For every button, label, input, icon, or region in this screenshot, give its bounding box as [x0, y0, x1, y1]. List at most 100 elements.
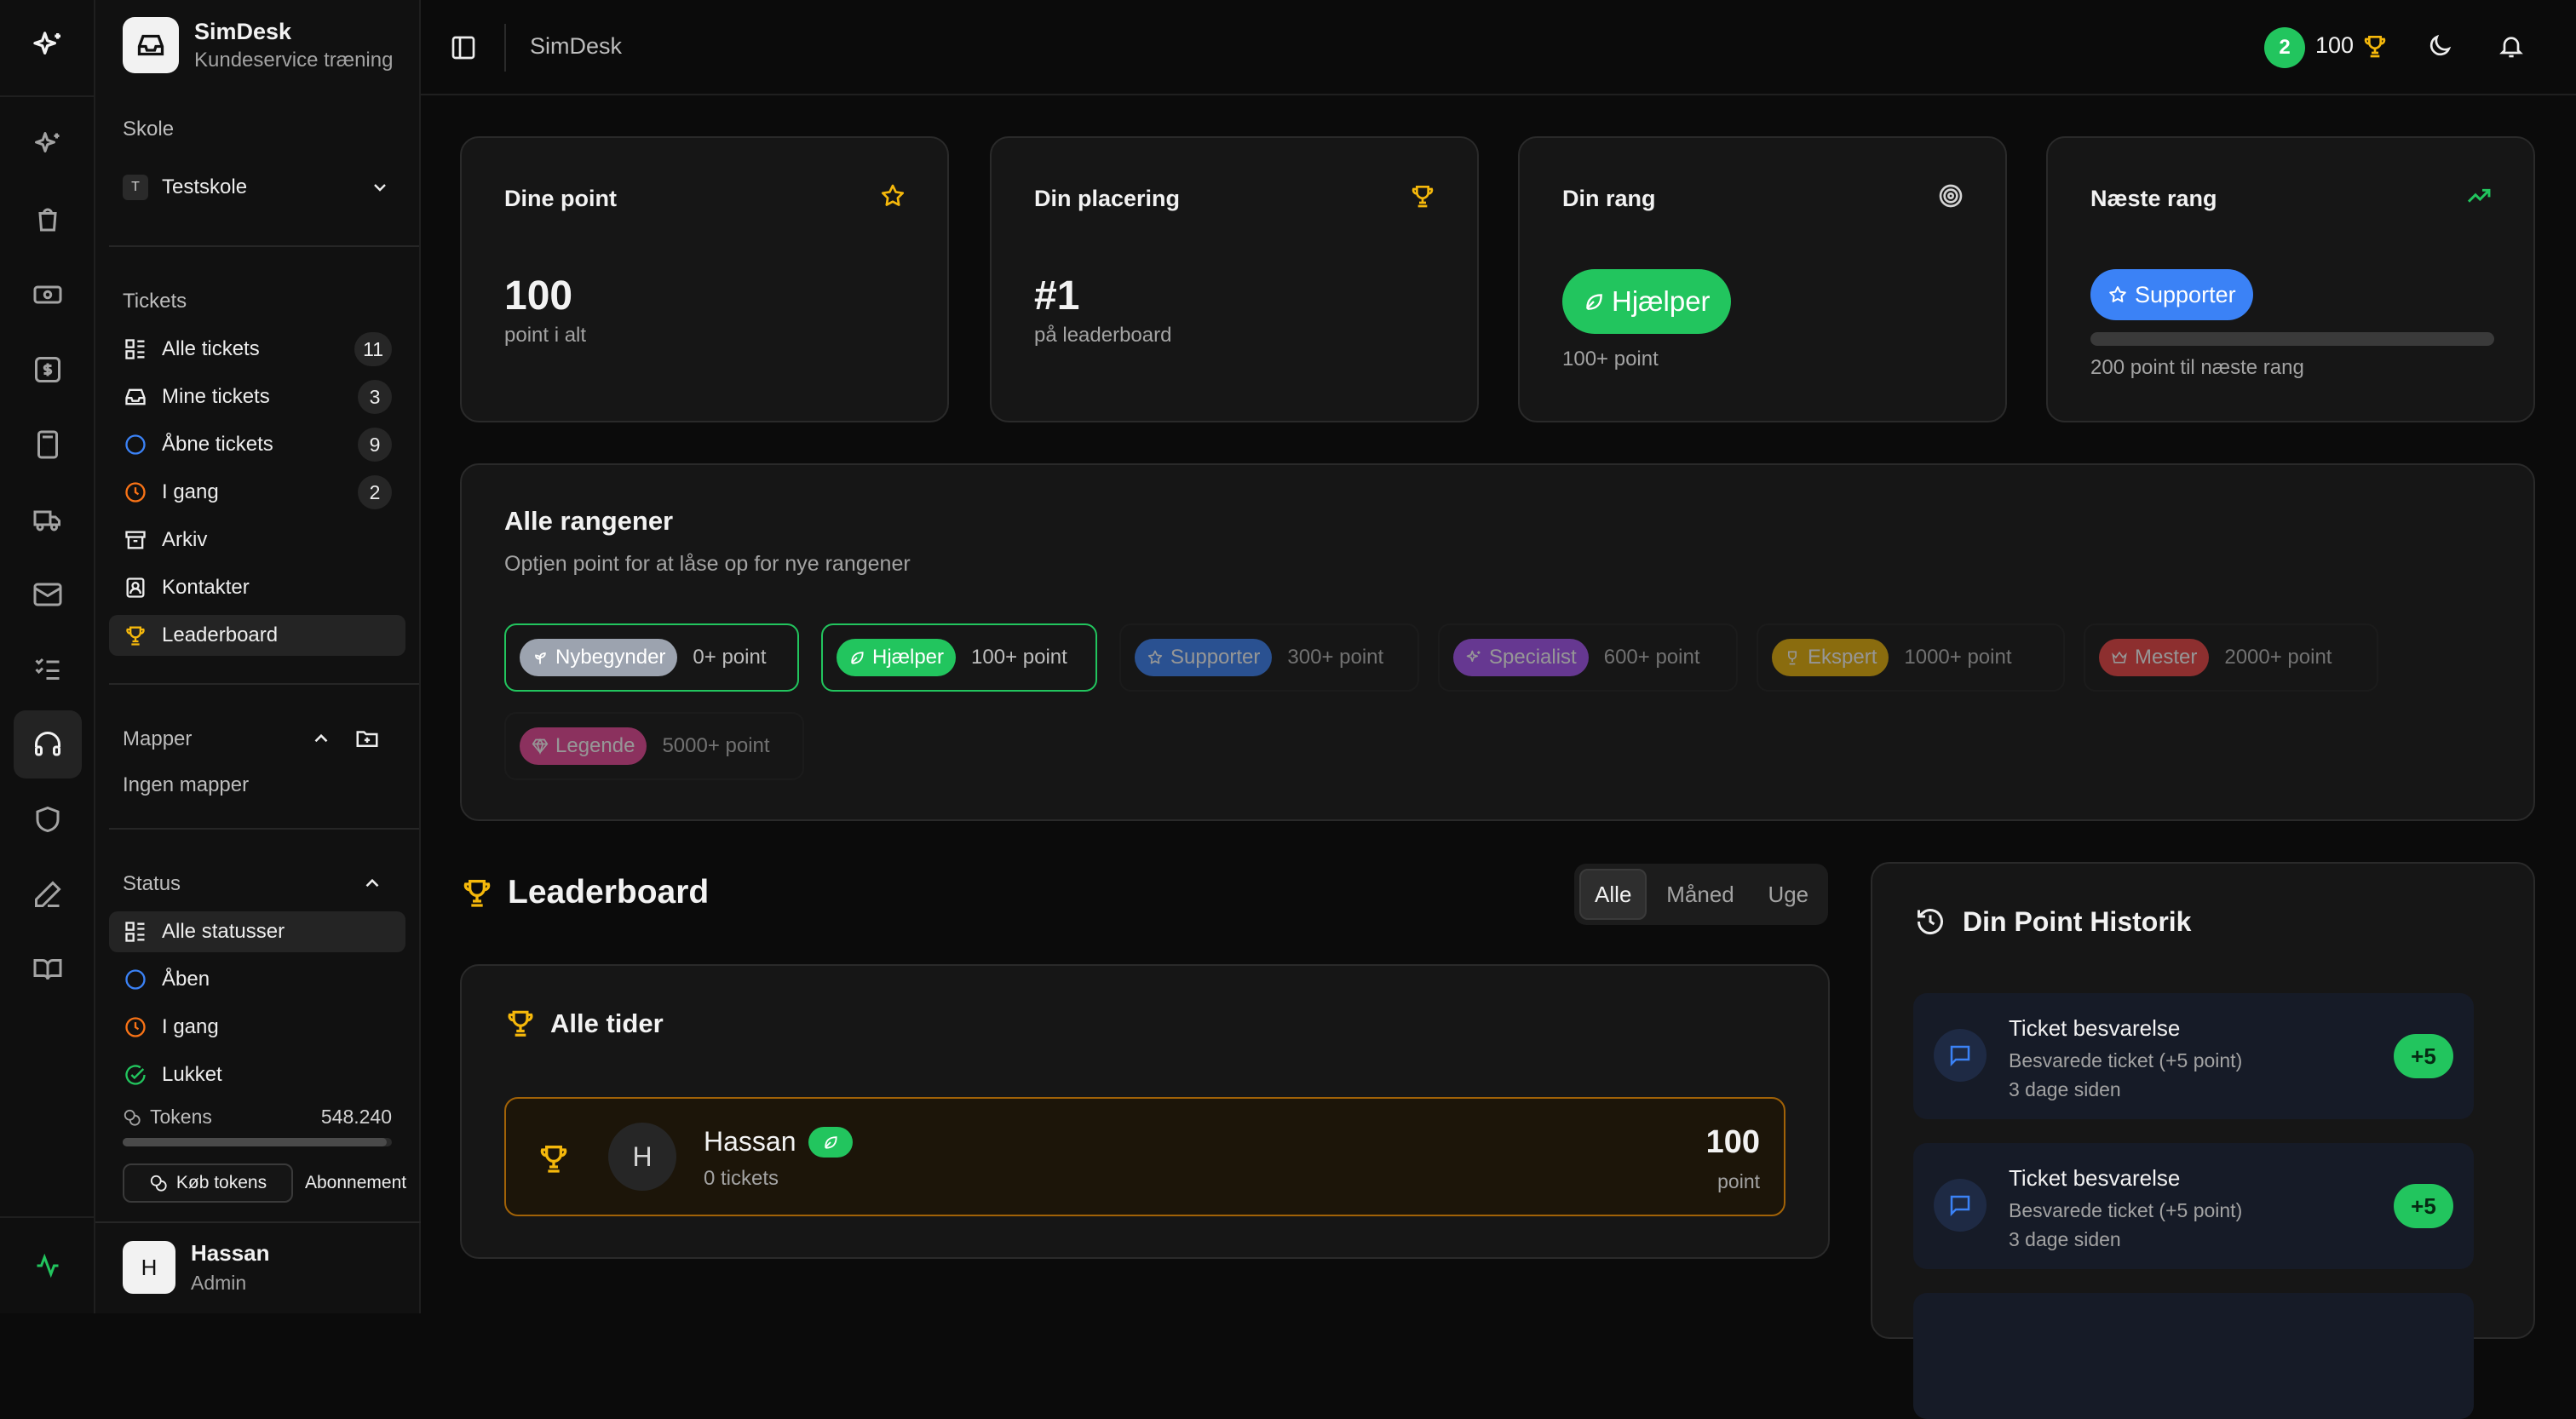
checklist-icon[interactable] — [14, 635, 82, 704]
user-name: Hassan — [191, 1240, 270, 1266]
leaderboard-row[interactable]: H Hassan 0 tickets 100 point — [504, 1097, 1785, 1216]
rank-chip: Hjælper — [837, 639, 957, 676]
app-brand[interactable]: SimDesk Kundeservice træning — [123, 17, 399, 73]
rank-points: 0+ point — [693, 646, 767, 669]
chevron-up-icon[interactable] — [361, 872, 383, 894]
history-item: Ticket besvarelse Besvarede ticket (+5 p… — [1913, 993, 2474, 1119]
tokens-bar — [123, 1138, 392, 1146]
inbox-icon — [123, 17, 179, 73]
trophy-icon — [540, 1146, 567, 1173]
rank-name: Legende — [555, 734, 635, 757]
moon-icon[interactable] — [2426, 32, 2453, 60]
school-label: Skole — [123, 118, 175, 141]
ai-sparkles-icon[interactable] — [14, 111, 82, 179]
points-display: 100 — [2315, 32, 2355, 58]
clock-icon — [123, 480, 148, 505]
pen-icon[interactable] — [14, 860, 82, 928]
coins-icon — [149, 1174, 168, 1192]
app-name: SimDesk — [194, 18, 292, 44]
rank-name: Nybegynder — [555, 646, 666, 669]
trophy-icon — [1788, 651, 1797, 665]
rank-hjaelper: Hjælper 100+ point — [821, 623, 1097, 692]
user-profile[interactable]: H Hassan Admin — [123, 1240, 270, 1295]
book-icon[interactable] — [14, 935, 82, 1003]
coins-icon — [123, 1108, 141, 1127]
player-points: 100 — [1705, 1124, 1760, 1160]
leaderboard-card: Alle tider H Hassan 0 tickets 100 point — [460, 964, 1830, 1259]
sparkles-icon[interactable] — [14, 12, 82, 80]
headset-icon[interactable] — [14, 710, 82, 778]
next-rank-caption: 200 point til næste rang — [2090, 356, 2304, 379]
shield-icon[interactable] — [14, 785, 82, 853]
circle-open-icon — [123, 432, 148, 457]
sidebar-item-status-open[interactable]: Åben — [109, 959, 405, 1000]
history-item-title: Ticket besvarelse — [2009, 1165, 2181, 1191]
next-rank-progress — [2090, 332, 2494, 346]
placement-value: #1 — [1034, 273, 1080, 319]
star-icon — [1147, 650, 1163, 664]
sidebar-item-label: I gang — [162, 1015, 219, 1038]
leaderboard-title: Leaderboard — [508, 874, 710, 911]
sidebar-item-all-statuses[interactable]: Alle statusser — [109, 911, 405, 952]
rank-name: Ekspert — [1808, 646, 1877, 669]
sidebar-item-label: Lukket — [162, 1063, 222, 1086]
points-card: Dine point 100 point i alt — [460, 136, 949, 422]
tab-month[interactable]: Måned — [1650, 869, 1750, 920]
sidebar-item-open-tickets[interactable]: Åbne tickets 9 — [109, 424, 405, 465]
folders-label: Mapper — [123, 727, 193, 750]
rank-chip: Supporter — [1135, 639, 1273, 676]
sidebar-item-leaderboard[interactable]: Leaderboard — [109, 615, 405, 656]
rank-points: 600+ point — [1603, 646, 1700, 669]
chevron-up-icon[interactable] — [310, 727, 332, 750]
history-item-time: 3 dage siden — [2009, 1228, 2121, 1250]
folder-plus-icon[interactable] — [354, 726, 380, 751]
sidebar-item-status-closed[interactable]: Lukket — [109, 1054, 405, 1095]
tab-week[interactable]: Uge — [1754, 869, 1823, 920]
avatar: H — [123, 1241, 175, 1294]
dollar-icon[interactable] — [14, 336, 82, 404]
count-badge: 9 — [358, 428, 392, 462]
tokens-value: 548.240 — [320, 1106, 392, 1128]
sidebar-item-status-in-progress[interactable]: I gang — [109, 1007, 405, 1048]
sidebar-item-label: Alle tickets — [162, 337, 260, 360]
sidebar-item-label: Leaderboard — [162, 623, 279, 646]
activity-icon[interactable] — [14, 1232, 82, 1300]
banknote-icon[interactable] — [14, 261, 82, 329]
sidebar-item-in-progress[interactable]: I gang 2 — [109, 472, 405, 513]
sidebar-item-label: I gang — [162, 480, 219, 503]
buy-tokens-button[interactable]: Køb tokens — [123, 1163, 293, 1203]
star-icon — [2109, 286, 2126, 302]
sidebar-item-my-tickets[interactable]: Mine tickets 3 — [109, 376, 405, 417]
sidebar-item-label: Arkiv — [162, 528, 208, 551]
buy-tokens-label: Køb tokens — [175, 1173, 267, 1192]
trophy-icon — [1412, 186, 1434, 208]
history-item-desc: Besvarede ticket (+5 point) — [2009, 1199, 2243, 1221]
leaf-icon — [1586, 294, 1602, 310]
rank-name: Mester — [2135, 646, 2198, 669]
history-title: Din Point Historik — [1963, 906, 2192, 937]
calculator-icon[interactable] — [14, 411, 82, 479]
sidebar-item-all-tickets[interactable]: Alle tickets 11 — [109, 329, 405, 370]
sidebar-toggle-icon[interactable] — [450, 34, 477, 61]
trophy-icon — [2364, 36, 2386, 58]
tab-all[interactable]: Alle — [1579, 869, 1647, 920]
tickets-section-label: Tickets — [123, 290, 187, 313]
trophy-icon — [123, 623, 148, 648]
subscription-button[interactable]: Abonnement — [305, 1163, 421, 1203]
school-avatar: T — [123, 175, 148, 200]
section-subtitle: Optjen point for at låse op for nye rang… — [504, 552, 911, 576]
truck-icon[interactable] — [14, 485, 82, 554]
rank-caption: 100+ point — [1562, 348, 1659, 371]
mail-icon[interactable] — [14, 560, 82, 629]
sidebar-item-label: Kontakter — [162, 576, 250, 599]
user-role: Admin — [191, 1272, 247, 1294]
sidebar-item-archive[interactable]: Arkiv — [109, 520, 405, 560]
shopping-bag-icon[interactable] — [14, 186, 82, 254]
bell-icon[interactable] — [2498, 32, 2525, 60]
sidebar-item-contacts[interactable]: Kontakter — [109, 567, 405, 608]
school-select[interactable]: T Testskole — [109, 167, 405, 208]
message-icon — [1934, 1029, 1987, 1082]
sidebar-item-label: Mine tickets — [162, 385, 270, 408]
points-delta-badge: +5 — [2394, 1184, 2453, 1228]
history-item: Ticket besvarelse Besvarede ticket (+5 p… — [1913, 1143, 2474, 1269]
